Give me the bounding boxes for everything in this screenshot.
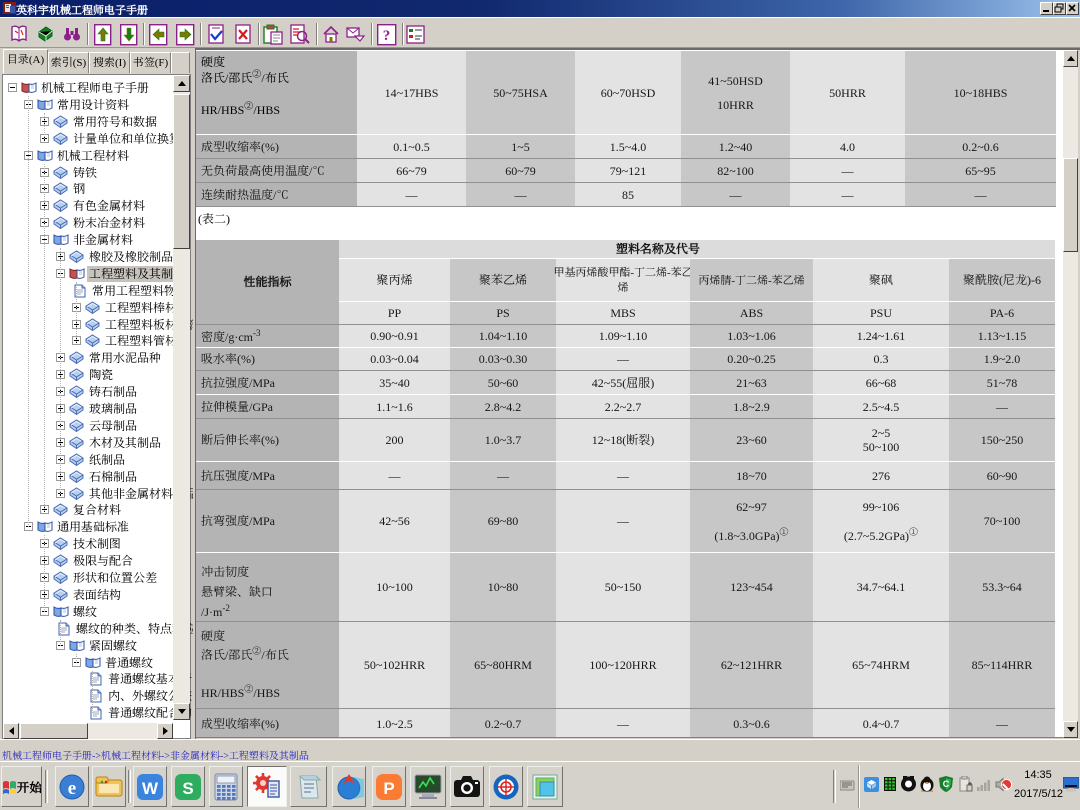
svg-text:C: C (943, 779, 950, 789)
svg-text:W: W (142, 779, 159, 798)
svg-text:P: P (383, 779, 394, 798)
svg-text:S: S (182, 779, 193, 798)
svg-text:开始: 开始 (17, 778, 41, 796)
svg-text:e: e (68, 778, 76, 799)
svg-text:?: ? (383, 28, 391, 44)
